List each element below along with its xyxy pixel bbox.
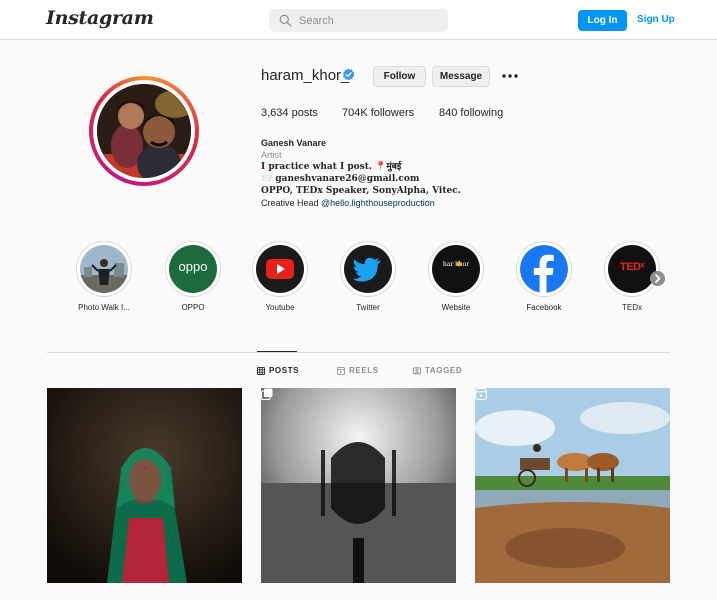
search-icon xyxy=(279,14,292,27)
more-options-icon[interactable] xyxy=(501,69,519,83)
youtube-logo-icon xyxy=(256,245,304,293)
oppo-logo-icon: oppo xyxy=(169,245,217,293)
highlight-facebook[interactable]: Facebook xyxy=(516,241,572,312)
highlight-youtube[interactable]: Youtube xyxy=(252,241,308,312)
top-navigation-bar: Instagram Log In Sign Up xyxy=(0,0,717,40)
profile-bio: Ganesh Vanare Artist I practice what I p… xyxy=(261,137,461,209)
message-button[interactable]: Message xyxy=(432,66,490,87)
post-tile-1[interactable] xyxy=(47,388,242,583)
verified-badge-icon xyxy=(342,68,355,81)
active-tab-indicator xyxy=(257,351,297,352)
search-box[interactable] xyxy=(269,9,448,32)
tab-tagged[interactable]: TAGGED xyxy=(413,366,462,375)
highlight-oppo[interactable]: oppo OPPO xyxy=(165,241,221,312)
highlight-photo-walk[interactable]: Photo Walk I... xyxy=(76,241,132,312)
posts-count: 3,634 posts xyxy=(261,107,318,119)
post-image-taj-mahal xyxy=(261,388,456,583)
tedx-logo-icon: TEDˣ xyxy=(608,245,656,293)
grid-icon xyxy=(257,366,265,375)
profile-avatar[interactable] xyxy=(89,76,199,186)
bio-category: Artist xyxy=(261,150,282,160)
website-logo-icon: har khor xyxy=(432,245,480,293)
post-tile-3[interactable] xyxy=(475,388,670,583)
bio-line-4: Creative Head @hello.lighthouseproductio… xyxy=(261,198,435,208)
profile-photo xyxy=(97,84,191,178)
chevron-right-icon[interactable] xyxy=(650,271,665,286)
post-tile-2[interactable] xyxy=(261,388,456,583)
photo-walk-thumbnail-icon xyxy=(80,245,128,293)
profile-photo-image xyxy=(97,84,191,178)
highlight-twitter[interactable]: Twitter xyxy=(340,241,396,312)
bio-full-name: Ganesh Vanare xyxy=(261,138,327,148)
bio-mention-link[interactable]: @hello.lighthouseproduction xyxy=(321,198,435,208)
profile-username: haram_khor_ xyxy=(261,67,350,84)
bio-line-3: OPPO, TEDx Speaker, SonyAlpha, Vitec. xyxy=(261,186,461,196)
login-button[interactable]: Log In xyxy=(578,10,627,31)
search-input[interactable] xyxy=(299,9,439,32)
tab-posts[interactable]: POSTS xyxy=(257,366,299,375)
reels-badge-icon xyxy=(475,388,487,400)
tab-reels[interactable]: REELS xyxy=(337,366,379,375)
reels-icon xyxy=(337,366,345,375)
highlight-website[interactable]: har khor Website xyxy=(428,241,484,312)
bio-line-1: I practice what I post. 📍मुंबई xyxy=(261,162,402,172)
followers-count[interactable]: 704K followers xyxy=(342,107,414,119)
following-count[interactable]: 840 following xyxy=(439,107,503,119)
instagram-logo[interactable]: Instagram xyxy=(46,7,154,29)
tabs-divider xyxy=(47,352,670,353)
facebook-logo-icon xyxy=(520,245,568,293)
post-image-bullock-cart xyxy=(475,388,670,583)
bio-email: 📨 ganeshvanare26@gmail.com xyxy=(261,174,420,184)
follow-button[interactable]: Follow xyxy=(373,66,426,87)
carousel-icon xyxy=(261,388,273,400)
signup-link[interactable]: Sign Up xyxy=(637,14,675,25)
tagged-icon xyxy=(413,366,421,374)
post-image-portrait xyxy=(47,388,242,583)
twitter-bird-icon xyxy=(344,245,392,293)
